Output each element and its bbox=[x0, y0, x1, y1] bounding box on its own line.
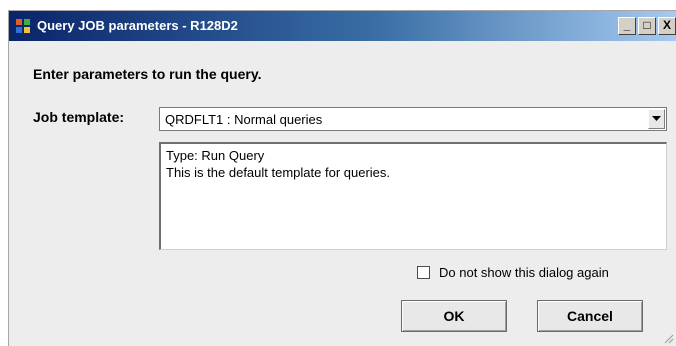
dont-show-label[interactable]: Do not show this dialog again bbox=[439, 265, 609, 280]
description-line: Type: Run Query bbox=[166, 148, 265, 163]
close-button[interactable]: X bbox=[658, 17, 676, 35]
window-controls: _ □ X bbox=[618, 17, 676, 35]
chevron-down-icon bbox=[652, 116, 661, 121]
ok-button[interactable]: OK bbox=[401, 300, 507, 332]
window-title: Query JOB parameters - R128D2 bbox=[37, 18, 238, 33]
dont-show-checkbox[interactable] bbox=[417, 266, 430, 279]
template-description-box[interactable]: Type: Run Query This is the default temp… bbox=[159, 142, 667, 250]
dont-show-option[interactable]: Do not show this dialog again bbox=[417, 265, 609, 280]
maximize-button[interactable]: □ bbox=[638, 17, 656, 35]
query-job-dialog: Query JOB parameters - R128D2 _ □ X Ente… bbox=[8, 10, 676, 346]
job-template-value: QRDFLT1 : Normal queries bbox=[165, 112, 323, 127]
job-template-label: Job template: bbox=[33, 109, 125, 125]
resize-grip-icon[interactable] bbox=[662, 332, 674, 344]
minimize-button[interactable]: _ bbox=[618, 17, 636, 35]
title-bar[interactable]: Query JOB parameters - R128D2 _ □ X bbox=[9, 11, 676, 41]
app-icon bbox=[16, 19, 30, 33]
job-template-select[interactable]: QRDFLT1 : Normal queries bbox=[159, 107, 667, 131]
dropdown-button[interactable] bbox=[648, 109, 665, 129]
instruction-text: Enter parameters to run the query. bbox=[33, 66, 262, 82]
cancel-button[interactable]: Cancel bbox=[537, 300, 643, 332]
description-line: This is the default template for queries… bbox=[166, 165, 391, 180]
